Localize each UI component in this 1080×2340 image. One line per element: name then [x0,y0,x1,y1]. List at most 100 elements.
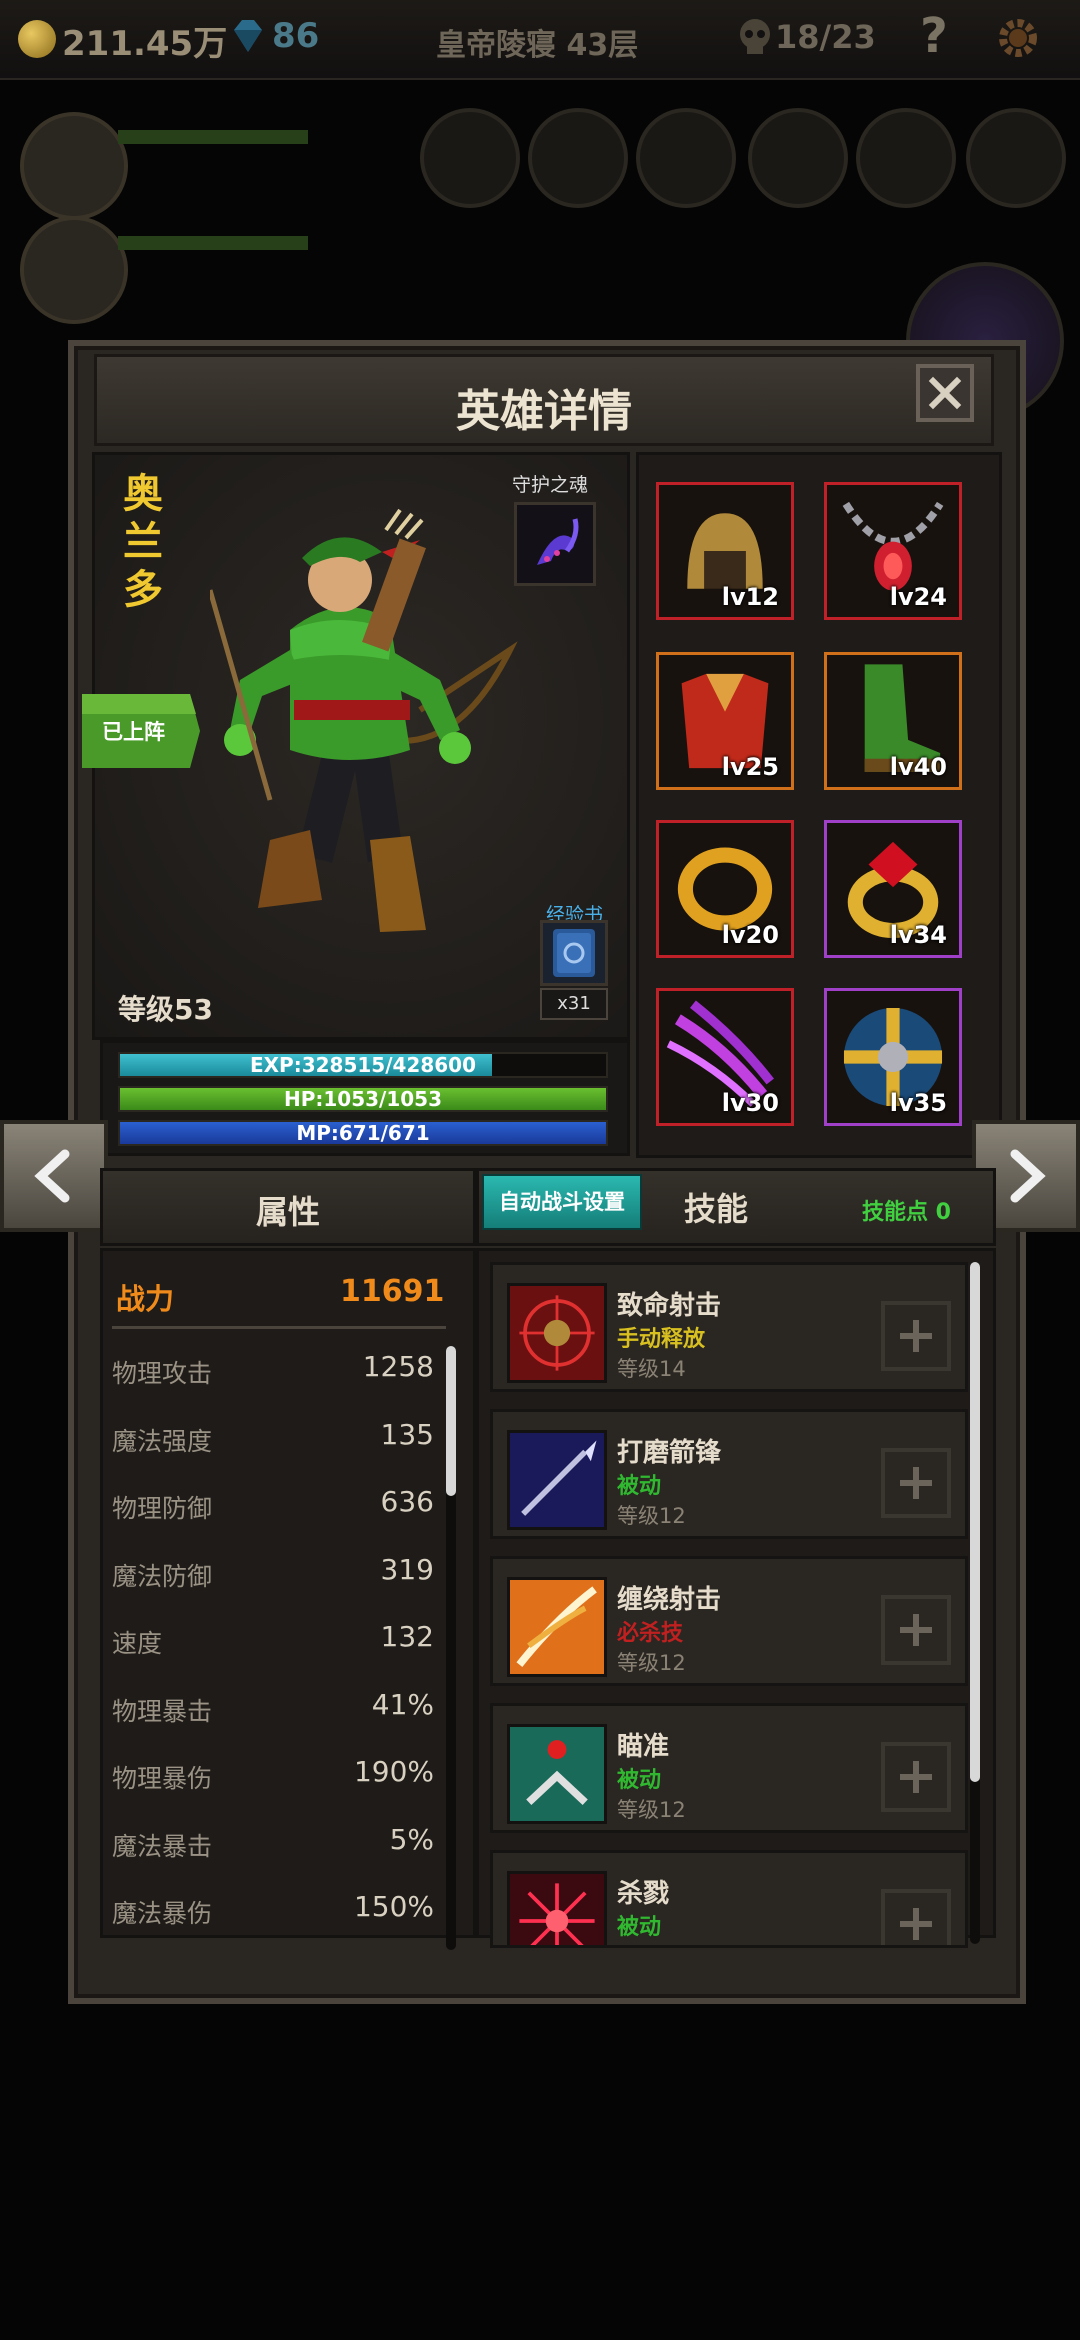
item-slot [420,108,520,208]
equipment-slot[interactable]: lv20 [656,820,794,958]
skill-level: 等级12 [617,1798,686,1822]
hero-name: 奥兰多 [123,471,163,613]
team-hp-bar [118,130,308,144]
stat-name: 魔法防御 [112,1561,213,1591]
skill-name: 缠绕射击 [617,1585,722,1615]
stat-value: 150% [353,1890,434,1923]
skill-upgrade-button[interactable] [881,1301,951,1371]
skill-name: 杀戮 [617,1879,670,1909]
power-value: 11691 [340,1274,445,1309]
team-hp-bar [118,236,308,250]
stat-value: 1258 [362,1350,434,1383]
skill-type: 手动释放 [617,1327,706,1352]
exp-book-slot[interactable] [540,920,608,986]
guardian-soul-label: 守护之魂 [512,474,589,496]
skill-upgrade-button[interactable] [881,1448,951,1518]
skill-row[interactable]: 致命射击 手动释放 等级14 [490,1262,968,1392]
equipment-level: lv30 [721,1089,779,1117]
skill-upgrade-button[interactable] [881,1889,951,1945]
plus-icon [900,1761,932,1793]
stat-name: 物理攻击 [112,1359,213,1388]
panel-titlebar: 英雄详情 [94,354,994,446]
team-avatar [20,216,128,324]
settings-gear-icon[interactable] [994,14,1042,62]
skill-type: 被动 [617,1915,662,1940]
equipment-slot[interactable]: lv35 [824,988,962,1126]
gold-coin-icon [18,20,56,58]
prev-hero-button[interactable] [0,1120,108,1232]
equipment-level: lv35 [889,1089,947,1117]
stat-value: 132 [380,1620,434,1653]
skill-name: 瞄准 [617,1732,670,1762]
chevron-right-icon [1010,1149,1046,1203]
exp-bar: EXP:328515/428600 [118,1052,608,1078]
diamond-icon [234,20,262,52]
skill-row[interactable]: 瞄准被动等级12 [490,1703,968,1833]
auto-battle-settings-button[interactable]: 自动战斗设置 [482,1174,642,1230]
equipment-slot[interactable]: lv24 [824,482,962,620]
team-avatar [20,112,128,220]
book-icon [553,929,595,977]
hp-text: HP:1053/1053 [283,1087,443,1111]
skills-title: 技能 [684,1190,749,1228]
stat-name: 物理防御 [112,1494,213,1523]
skill-row[interactable]: 缠绕射击 必杀技 等级12 [490,1556,968,1686]
hp-bar: HP:1053/1053 [118,1086,608,1112]
skull-icon [740,19,770,54]
hero-archer-figure [210,508,518,932]
close-icon [928,376,962,410]
stat-value: 135 [380,1417,434,1451]
skill-name: 打磨箭锋 [617,1438,722,1468]
hero-level: 等级53 [118,993,213,1026]
equipment-slot[interactable]: lv30 [656,988,794,1126]
attributes-title: 属性 [255,1193,320,1231]
stat-value: 319 [380,1552,434,1586]
equipment-level: lv40 [889,753,947,781]
stat-value: 5% [389,1822,434,1856]
plus-icon [900,1320,932,1352]
kill-count: 18/23 [775,18,876,56]
stat-value: 41% [371,1687,434,1721]
equipment-slot[interactable]: lv12 [656,482,794,620]
stat-name: 魔法暴击 [112,1831,213,1861]
skill-row[interactable]: 打磨箭锋 被动 等级12 [490,1409,968,1539]
skill-row[interactable]: 杀戮被动等级5 [490,1850,968,1948]
power-label: 战力 [116,1282,175,1316]
plus-icon [900,1614,932,1646]
stat-name: 物理暴伤 [112,1764,213,1793]
skill-icon [507,1283,607,1383]
skill-upgrade-button[interactable] [881,1742,951,1812]
skill-upgrade-button[interactable] [881,1595,951,1665]
stat-value: 190% [353,1755,434,1788]
stat-value: 636 [380,1485,434,1518]
stat-name: 魔法强度 [112,1426,213,1456]
attributes-header: 属性 [100,1168,476,1246]
item-slot [966,108,1066,208]
panel-title: 英雄详情 [456,386,632,437]
attributes-scroll-thumb[interactable] [446,1346,456,1496]
skill-icon [507,1871,607,1945]
skill-name: 致命射击 [617,1291,722,1321]
on-team-banner [82,694,200,768]
skills-scroll-thumb[interactable] [970,1262,980,1782]
mp-bar: MP:671/671 [118,1120,608,1146]
item-slot [856,108,956,208]
skill-level: 等级12 [617,1651,686,1675]
stat-name: 速度 [112,1629,163,1658]
equipment-slot[interactable]: lv40 [824,652,962,790]
equipment-level: lv25 [721,753,779,781]
gold-amount: 211.45万 [62,24,228,64]
skill-type: 被动 [617,1474,662,1499]
equipment-slot[interactable]: lv34 [824,820,962,958]
help-button[interactable]: ? [920,8,948,64]
equipment-level: lv12 [721,583,779,611]
mp-text: MP:671/671 [296,1121,430,1145]
exp-text: EXP:328515/428600 [249,1053,477,1077]
equipment-slot[interactable]: lv25 [656,652,794,790]
close-button[interactable] [916,364,974,422]
equipment-level: lv20 [721,921,779,949]
skill-icon [507,1577,607,1677]
skill-type: 被动 [617,1768,662,1793]
item-slot [636,108,736,208]
plus-icon [900,1908,932,1940]
